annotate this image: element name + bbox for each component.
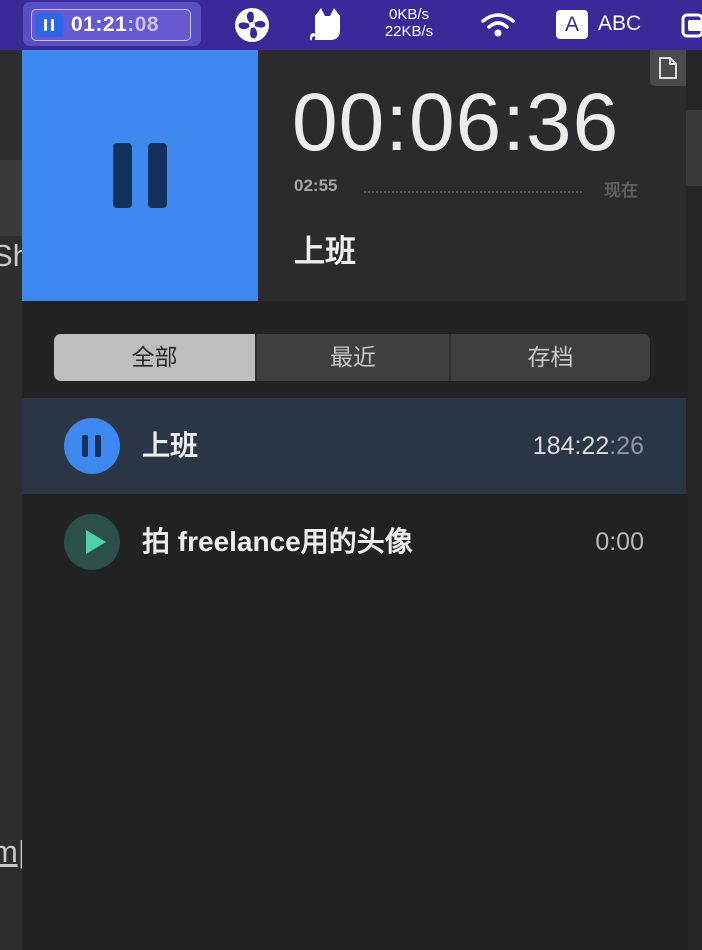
menu-bar: 01:21:08 0KB/s 22KB/s A ABC	[0, 0, 702, 50]
download-speed: 22KB/s	[384, 23, 434, 40]
timer-hours-minutes: 01:21	[71, 13, 128, 36]
background-window-right	[686, 50, 702, 950]
now-label: 现在	[604, 181, 638, 200]
network-speed[interactable]: 0KB/s 22KB/s	[376, 6, 442, 40]
menubar-timer[interactable]: 01:21:08	[23, 2, 201, 46]
clipboard-icon[interactable]	[680, 12, 702, 38]
elapsed-time: 00:06:36	[292, 77, 620, 168]
pause-icon[interactable]	[35, 13, 63, 37]
fan-icon[interactable]	[233, 6, 271, 44]
task-time-main: 0:00	[595, 528, 644, 556]
task-time-main: 184:22	[532, 432, 610, 460]
play-icon[interactable]	[64, 514, 120, 570]
task-time-seconds: :26	[609, 432, 644, 460]
upload-speed: 0KB/s	[388, 6, 430, 23]
background-window: Sh m|	[0, 50, 30, 950]
background-toolbar	[0, 160, 22, 236]
timer-seconds: :08	[127, 13, 160, 36]
background-toolbar-right	[686, 110, 702, 186]
wifi-icon[interactable]	[481, 12, 515, 38]
task-total-time: 0:00	[595, 524, 644, 560]
current-timer-header: 00:06:36 02:55 现在 上班	[22, 50, 686, 301]
task-name: 拍 freelance用的头像	[142, 526, 413, 557]
tab-all[interactable]: 全部	[54, 334, 255, 381]
timeline-dots	[364, 191, 582, 193]
filter-tabs: 全部 最近 存档	[54, 334, 650, 381]
document-icon[interactable]	[650, 50, 686, 86]
tab-recent[interactable]: 最近	[257, 334, 449, 381]
start-time: 02:55	[294, 176, 338, 195]
task-name: 上班	[142, 430, 199, 461]
task-total-time: 184:22:26	[533, 428, 644, 464]
task-row[interactable]: 拍 freelance用的头像 0:00	[22, 494, 686, 590]
task-row[interactable]: 上班 184:22:26	[22, 398, 686, 494]
cat-icon[interactable]	[310, 6, 344, 42]
input-method-label[interactable]: ABC	[598, 12, 641, 36]
main-pause-button[interactable]	[22, 50, 258, 301]
timer-popover: 00:06:36 02:55 现在 上班 全部 最近 存档 上班 184:22:…	[22, 50, 686, 950]
menubar-timer-text: 01:21:08	[71, 13, 159, 37]
timer-box: 01:21:08	[31, 9, 191, 41]
input-method-icon[interactable]: A	[556, 10, 588, 39]
pause-icon[interactable]	[64, 418, 120, 474]
tab-archive[interactable]: 存档	[451, 334, 650, 381]
current-task-name[interactable]: 上班	[294, 226, 356, 271]
